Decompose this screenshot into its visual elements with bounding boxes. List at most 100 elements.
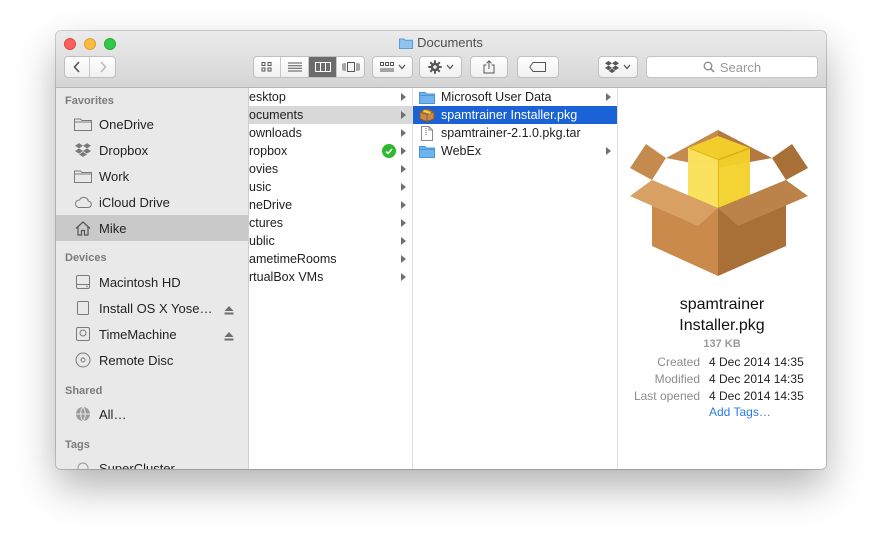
chevron-down-icon <box>398 64 405 70</box>
sidebar-item-label: Work <box>99 168 130 184</box>
created-value: 4 Dec 2014 14:35 <box>709 355 804 369</box>
disclosure-arrow-icon <box>401 237 406 245</box>
sidebar-item-macintosh-hd[interactable]: Macintosh HD <box>56 269 248 295</box>
disclosure-arrow-icon <box>401 93 406 101</box>
item-label: spamtrainer-2.1.0.pkg.tar <box>441 126 581 140</box>
action-button[interactable] <box>419 56 462 78</box>
sidebar-item-label: Remote Disc <box>99 352 174 368</box>
document-icon <box>419 125 435 141</box>
network-globe-icon <box>73 405 93 423</box>
coverflow-view-button[interactable] <box>337 57 364 77</box>
back-forward-control <box>64 56 116 78</box>
disclosure-arrow-icon <box>401 255 406 263</box>
list-item[interactable]: ocuments <box>249 106 412 124</box>
sidebar-item-label: All… <box>99 406 127 422</box>
tag-color-dot-icon <box>73 459 93 469</box>
forward-button[interactable] <box>90 57 116 77</box>
coverflow-view-icon <box>342 62 360 72</box>
sidebar-item-timemachine[interactable]: TimeMachine <box>56 321 248 347</box>
preview-file-size: 137 KB <box>703 338 741 350</box>
list-item[interactable]: usic <box>249 178 412 196</box>
disclosure-arrow-icon <box>401 129 406 137</box>
list-item[interactable]: ovies <box>249 160 412 178</box>
folder-icon <box>399 37 414 52</box>
search-field[interactable]: Search <box>646 56 818 78</box>
list-item[interactable]: rtualBox VMs <box>249 268 412 286</box>
package-icon <box>626 108 812 283</box>
modified-label: Modified <box>654 372 700 386</box>
list-item[interactable]: ropbox <box>249 142 412 160</box>
toolbar: Documents Search <box>56 31 826 88</box>
item-label: ownloads <box>249 126 302 140</box>
share-icon <box>483 60 495 74</box>
add-tags-link[interactable]: Add Tags… <box>709 405 771 419</box>
item-label: ctures <box>249 216 284 230</box>
list-view-button[interactable] <box>281 57 309 77</box>
folder-icon <box>419 144 435 158</box>
view-mode-control <box>253 56 365 78</box>
sidebar-item-dropbox[interactable]: Dropbox <box>56 137 248 163</box>
eject-icon[interactable] <box>224 303 234 318</box>
created-label: Created <box>657 355 700 369</box>
disclosure-arrow-icon <box>606 93 611 101</box>
disk-image-icon <box>73 299 93 317</box>
sidebar-item-all-shared[interactable]: All… <box>56 401 248 427</box>
tag-button[interactable] <box>517 56 559 78</box>
list-item-selected[interactable]: spamtrainer Installer.pkg <box>413 106 617 124</box>
list-item[interactable]: ametimeRooms <box>249 250 412 268</box>
sidebar-item-mike[interactable]: Mike <box>56 215 248 241</box>
preview-filename-line1: spamtrainer <box>679 296 765 313</box>
list-item[interactable]: esktop <box>249 88 412 106</box>
item-label: spamtrainer Installer.pkg <box>441 108 578 122</box>
dropbox-icon <box>73 141 93 159</box>
sync-complete-icon <box>382 144 396 158</box>
external-drive-icon <box>73 325 93 343</box>
window-title-text: Documents <box>417 35 483 50</box>
icon-view-icon <box>261 62 271 72</box>
search-icon <box>703 61 715 73</box>
disclosure-arrow-icon <box>401 147 406 155</box>
item-label: usic <box>249 180 272 194</box>
list-item[interactable]: ctures <box>249 214 412 232</box>
sidebar-item-remote-disc[interactable]: Remote Disc <box>56 347 248 373</box>
column-view-button[interactable] <box>309 57 337 77</box>
devices-header: Devices <box>65 252 107 264</box>
package-icon <box>419 108 435 122</box>
sidebar-item-label: OneDrive <box>99 116 154 132</box>
list-item[interactable]: WebEx <box>413 142 617 160</box>
list-item[interactable]: neDrive <box>249 196 412 214</box>
sidebar-item-onedrive[interactable]: OneDrive <box>56 111 248 137</box>
list-item[interactable]: Microsoft User Data <box>413 88 617 106</box>
column-view-icon <box>314 62 331 72</box>
search-placeholder: Search <box>719 59 762 75</box>
chevron-down-icon <box>623 64 631 70</box>
sidebar-item-label: iCloud Drive <box>99 194 170 210</box>
last-opened-label: Last opened <box>633 389 700 403</box>
list-item[interactable]: spamtrainer-2.1.0.pkg.tar <box>413 124 617 142</box>
icon-view-button[interactable] <box>254 57 281 77</box>
list-view-icon <box>287 62 302 72</box>
folder-icon <box>73 167 93 185</box>
disclosure-arrow-icon <box>401 183 406 191</box>
sidebar-item-install-os-x[interactable]: Install OS X Yose… <box>56 295 248 321</box>
dropbox-toolbar-button[interactable] <box>598 56 638 78</box>
shared-header: Shared <box>65 385 103 397</box>
browser-column-documents: Microsoft User Data spamtrainer Installe… <box>413 88 618 469</box>
list-item[interactable]: ublic <box>249 232 412 250</box>
back-button[interactable] <box>64 57 90 77</box>
arrange-button[interactable] <box>372 56 413 78</box>
eject-icon[interactable] <box>224 329 234 344</box>
disclosure-arrow-icon <box>401 219 406 227</box>
sidebar-item-work[interactable]: Work <box>56 163 248 189</box>
last-opened-value: 4 Dec 2014 14:35 <box>709 389 804 403</box>
item-label: Microsoft User Data <box>441 90 552 104</box>
dropbox-icon <box>605 61 619 73</box>
list-item[interactable]: ownloads <box>249 124 412 142</box>
share-button[interactable] <box>470 56 508 78</box>
sidebar-item-tag-supercluster[interactable]: SuperCluster <box>56 455 248 469</box>
gear-icon <box>427 60 442 74</box>
sidebar-item-label: Dropbox <box>99 142 149 158</box>
folder-icon <box>419 90 435 104</box>
chevron-down-icon <box>446 64 453 70</box>
sidebar-item-icloud-drive[interactable]: iCloud Drive <box>56 189 248 215</box>
